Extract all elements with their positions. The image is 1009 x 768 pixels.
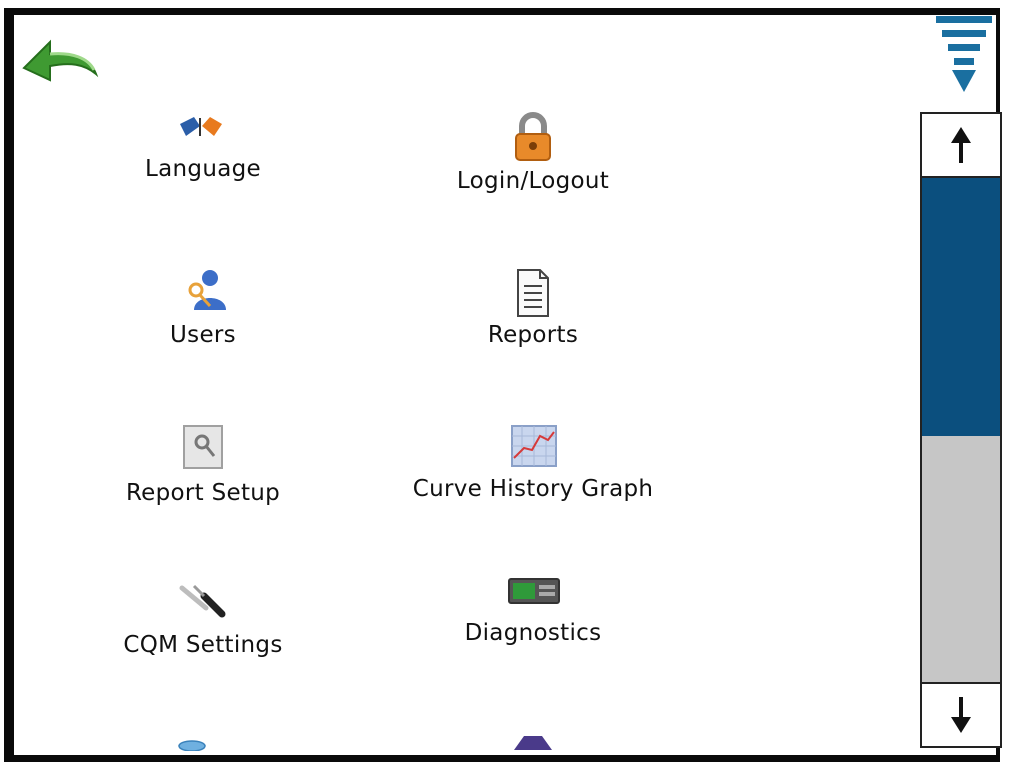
menu-item-language[interactable]: Language <box>78 108 328 188</box>
menu-button[interactable] <box>934 14 994 96</box>
arrow-up-icon <box>951 127 971 163</box>
menu-item-label: Curve History Graph <box>412 476 654 502</box>
padlock-icon <box>515 112 551 161</box>
back-button[interactable] <box>20 28 100 88</box>
menu-item-label: Login/Logout <box>456 168 610 194</box>
vertical-scrollbar[interactable] <box>920 112 1002 748</box>
users-icon <box>188 270 226 310</box>
report-setup-icon <box>183 425 223 469</box>
menu-item-report-setup[interactable]: Report Setup <box>78 424 328 510</box>
menu-item-cqm-settings[interactable]: CQM Settings <box>78 582 328 662</box>
wrench-screwdriver-icon <box>179 584 226 618</box>
menu-item-partial-left[interactable] <box>176 736 208 752</box>
menu-item-label: Reports <box>487 322 579 348</box>
scroll-up-button[interactable] <box>922 114 1000 178</box>
graph-icon <box>511 425 557 467</box>
purple-shape-icon <box>514 736 552 750</box>
menu-item-partial-right[interactable] <box>510 734 556 750</box>
menu-item-login-logout[interactable]: Login/Logout <box>408 108 658 200</box>
cloud-icon <box>178 740 206 752</box>
menu-item-label: CQM Settings <box>123 632 283 658</box>
arrow-down-icon <box>951 697 971 733</box>
diagnostics-icon <box>508 578 560 604</box>
scroll-thumb[interactable] <box>922 178 1000 436</box>
menu-item-reports[interactable]: Reports <box>408 268 658 352</box>
menu-item-users[interactable]: Users <box>78 268 328 352</box>
document-icon <box>517 269 549 317</box>
menu-item-diagnostics[interactable]: Diagnostics <box>408 578 658 652</box>
menu-funnel-icon <box>936 16 992 92</box>
menu-item-curve-history-graph[interactable]: Curve History Graph <box>408 424 658 510</box>
menu-item-label: Language <box>145 156 261 182</box>
menu-item-label: Report Setup <box>125 480 281 506</box>
scroll-down-button[interactable] <box>922 682 1000 746</box>
menu-item-label: Diagnostics <box>464 620 602 646</box>
back-arrow-icon <box>22 39 99 82</box>
flags-icon <box>180 117 222 136</box>
menu-item-label: Users <box>170 322 236 348</box>
